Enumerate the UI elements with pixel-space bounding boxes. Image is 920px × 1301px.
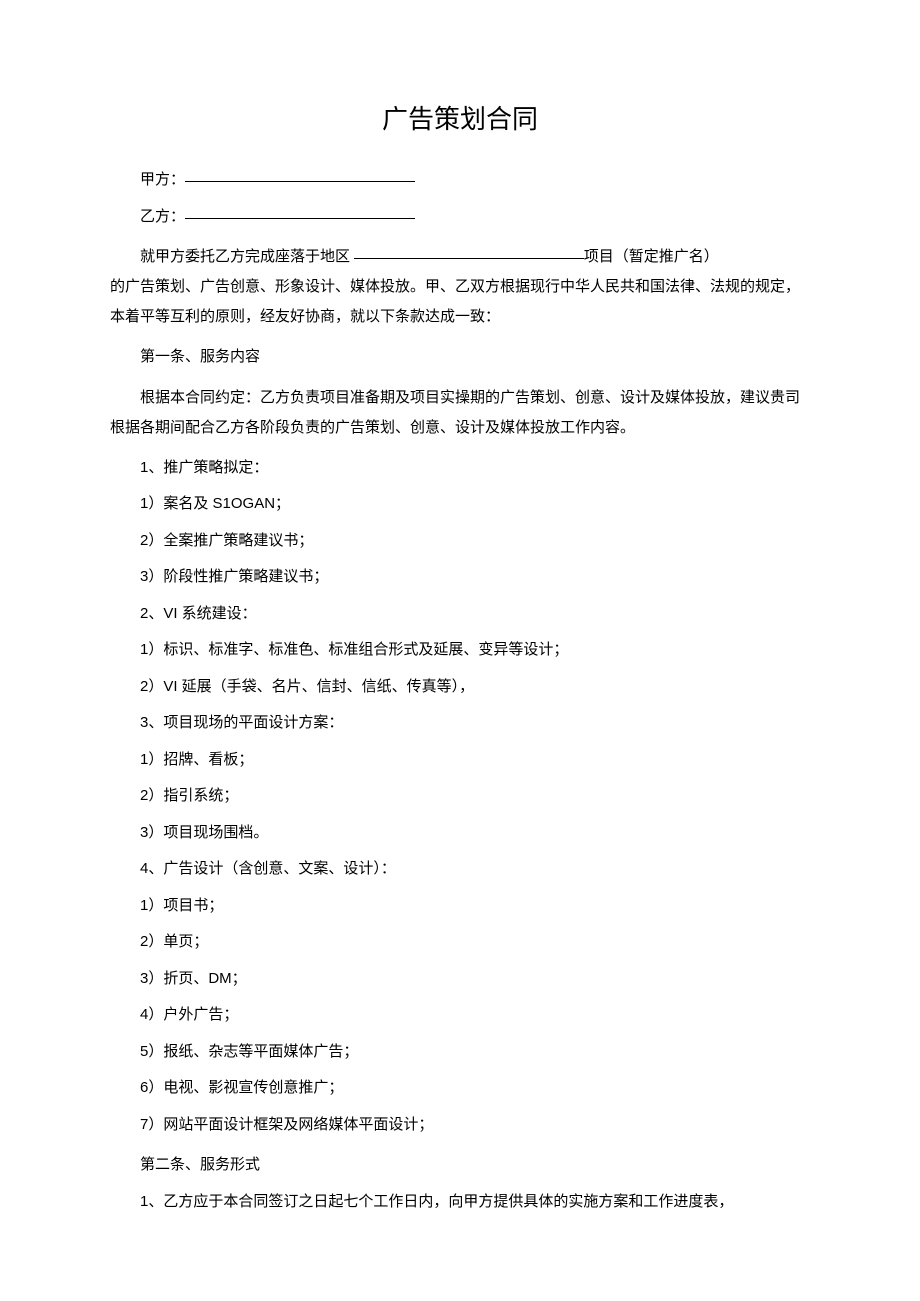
- section-2-head: 2、VI 系统建设：: [110, 603, 810, 626]
- section-4-item-1-text: 1）项目书；: [140, 897, 223, 914]
- section-4-item-2: 2）单页；: [110, 931, 810, 954]
- party-a-blank: [185, 180, 415, 182]
- section-4-head-text: 4、广告设计（含创意、文案、设计）：: [140, 860, 396, 877]
- section-2-item-1: 1）标识、标准字、标准色、标准组合形式及延展、变异等设计；: [110, 639, 810, 662]
- party-b-label: 乙方：: [140, 209, 185, 225]
- section-4-item-3: 3）折页、DM；: [110, 968, 810, 991]
- intro-body: 的广告策划、广告创意、形象设计、媒体投放。甲、乙双方根据现行中华人民共和国法律、…: [110, 279, 800, 325]
- document-title: 广告策划合同: [110, 100, 810, 139]
- section-3-head: 3、项目现场的平面设计方案：: [110, 712, 810, 735]
- article-2-heading: 第二条、服务形式: [110, 1154, 810, 1177]
- section-1-item-3: 3）阶段性推广策略建议书；: [110, 566, 810, 589]
- section-4-head: 4、广告设计（含创意、文案、设计）：: [110, 858, 810, 881]
- section-4-item-1: 1）项目书；: [110, 895, 810, 918]
- section-1-item-3-text: 3）阶段性推广策略建议书；: [140, 568, 328, 585]
- section-1-head: 1、推广策略拟定：: [110, 457, 810, 480]
- section-4-item-5: 5）报纸、杂志等平面媒体广告；: [110, 1041, 810, 1064]
- section-4-item-7: 7）网站平面设计框架及网络媒体平面设计；: [110, 1114, 810, 1137]
- section-4-item-6-text: 6）电视、影视宣传创意推广；: [140, 1079, 343, 1096]
- section-3-item-3: 3）项目现场围档。: [110, 822, 810, 845]
- article-1-body: 根据本合同约定：乙方负责项目准备期及项目实操期的广告策划、创意、设计及媒体投放，…: [110, 383, 810, 443]
- section-3-item-2: 2）指引系统；: [110, 785, 810, 808]
- document-page: 广告策划合同 甲方： 乙方： 就甲方委托乙方完成座落于地区 项目（暂定推广名） …: [0, 0, 920, 1301]
- party-b-blank: [185, 217, 415, 219]
- article-1-body-text: 根据本合同约定：乙方负责项目准备期及项目实操期的广告策划、创意、设计及媒体投放，…: [110, 390, 800, 436]
- section-4-item-4: 4）户外广告；: [110, 1004, 810, 1027]
- party-a-label: 甲方：: [140, 172, 185, 188]
- section-1-item-2-text: 2）全案推广策略建议书；: [140, 532, 313, 549]
- section-3-item-1: 1）招牌、看板；: [110, 749, 810, 772]
- intro-paragraph: 就甲方委托乙方完成座落于地区 项目（暂定推广名） 的广告策划、广告创意、形象设计…: [110, 242, 810, 332]
- section-4-item-2-text: 2）单页；: [140, 933, 208, 950]
- section-4-item-7-text: 7）网站平面设计框架及网络媒体平面设计；: [140, 1116, 433, 1133]
- section-2-item-1-text: 1）标识、标准字、标准色、标准组合形式及延展、变异等设计；: [140, 641, 568, 658]
- section-2-item-2-text: 2）VI 延展（手袋、名片、信封、信纸、传真等），: [140, 678, 474, 695]
- article-2-item-1: 1、乙方应于本合同签订之日起七个工作日内，向甲方提供具体的实施方案和工作进度表，: [110, 1191, 810, 1214]
- party-b-line: 乙方：: [110, 206, 810, 229]
- section-1-head-text: 1、推广策略拟定：: [140, 459, 268, 476]
- section-4-item-3-text: 3）折页、DM；: [140, 970, 247, 987]
- party-a-line: 甲方：: [110, 169, 810, 192]
- section-3-item-1-text: 1）招牌、看板；: [140, 751, 253, 768]
- intro-prefix: 就甲方委托乙方完成座落于地区: [140, 249, 350, 265]
- section-4-item-6: 6）电视、影视宣传创意推广；: [110, 1077, 810, 1100]
- article-1-heading: 第一条、服务内容: [110, 346, 810, 369]
- section-1-item-2: 2）全案推广策略建议书；: [110, 530, 810, 553]
- section-3-item-3-text: 3）项目现场围档。: [140, 824, 268, 841]
- project-blank: [354, 257, 584, 259]
- intro-suffix: 项目（暂定推广名）: [584, 249, 719, 265]
- article-2-item-1-text: 1、乙方应于本合同签订之日起七个工作日内，向甲方提供具体的实施方案和工作进度表，: [140, 1193, 733, 1210]
- section-1-item-1-text: 1）案名及 S1OGAN；: [140, 495, 290, 512]
- section-4-item-5-text: 5）报纸、杂志等平面媒体广告；: [140, 1043, 358, 1060]
- section-2-item-2: 2）VI 延展（手袋、名片、信封、信纸、传真等），: [110, 676, 810, 699]
- section-4-item-4-text: 4）户外广告；: [140, 1006, 238, 1023]
- section-1-item-1: 1）案名及 S1OGAN；: [110, 493, 810, 516]
- section-2-head-text: 2、VI 系统建设：: [140, 605, 257, 622]
- section-3-item-2-text: 2）指引系统；: [140, 787, 238, 804]
- section-3-head-text: 3、项目现场的平面设计方案：: [140, 714, 343, 731]
